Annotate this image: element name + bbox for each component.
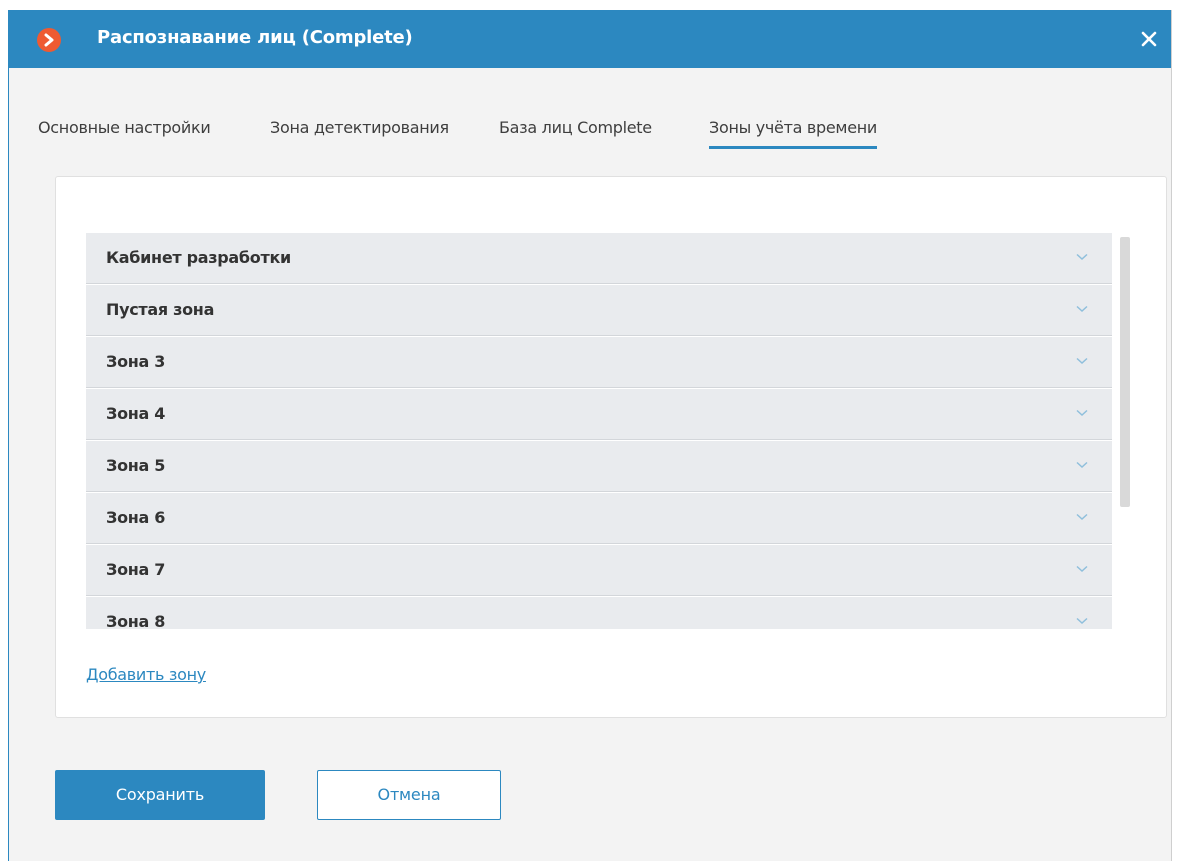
zones-scrollbar[interactable]	[1120, 237, 1130, 507]
zone-row[interactable]: Зона 3	[86, 337, 1112, 388]
tab-face-database[interactable]: База лиц Complete	[499, 118, 652, 137]
zone-row[interactable]: Пустая зона	[86, 285, 1112, 336]
tab-time-tracking-zones[interactable]: Зоны учёта времени	[709, 118, 877, 149]
save-button[interactable]: Сохранить	[55, 770, 265, 820]
zone-row-label: Зона 6	[106, 508, 166, 527]
zone-row-label: Зона 5	[106, 456, 166, 475]
zone-row[interactable]: Зона 8	[86, 597, 1112, 629]
chevron-down-icon[interactable]	[1076, 565, 1088, 573]
title-bar: Распознавание лиц (Complete)	[9, 10, 1171, 68]
tab-detection-zone[interactable]: Зона детектирования	[270, 118, 449, 137]
tab-main-settings[interactable]: Основные настройки	[38, 118, 211, 137]
chevron-down-icon[interactable]	[1076, 409, 1088, 417]
cancel-button[interactable]: Отмена	[317, 770, 501, 820]
zone-row[interactable]: Зона 4	[86, 389, 1112, 440]
zone-row-label: Пустая зона	[106, 300, 215, 319]
zone-row-label: Зона 8	[106, 612, 166, 629]
chevron-down-icon[interactable]	[1076, 617, 1088, 625]
zone-row-label: Зона 4	[106, 404, 166, 423]
zone-row-label: Зона 3	[106, 352, 166, 371]
chevron-down-icon[interactable]	[1076, 305, 1088, 313]
zone-row[interactable]: Зона 5	[86, 441, 1112, 492]
zone-row[interactable]: Зона 7	[86, 545, 1112, 596]
dialog-window: Распознавание лиц (Complete) Основные на…	[8, 10, 1172, 861]
add-zone-link[interactable]: Добавить зону	[86, 665, 206, 684]
close-icon[interactable]	[1137, 27, 1161, 51]
zones-panel: Кабинет разработки Пустая зона Зона 3 Зо…	[55, 176, 1167, 718]
chevron-down-icon[interactable]	[1076, 513, 1088, 521]
app-logo-icon	[37, 28, 61, 52]
chevron-down-icon[interactable]	[1076, 461, 1088, 469]
zone-row-label: Зона 7	[106, 560, 166, 579]
chevron-down-icon[interactable]	[1076, 357, 1088, 365]
dialog-title: Распознавание лиц (Complete)	[97, 27, 413, 48]
zone-row-label: Кабинет разработки	[106, 248, 291, 267]
zones-list: Кабинет разработки Пустая зона Зона 3 Зо…	[86, 233, 1112, 629]
zone-row[interactable]: Зона 6	[86, 493, 1112, 544]
chevron-down-icon[interactable]	[1076, 253, 1088, 261]
zone-row[interactable]: Кабинет разработки	[86, 233, 1112, 284]
